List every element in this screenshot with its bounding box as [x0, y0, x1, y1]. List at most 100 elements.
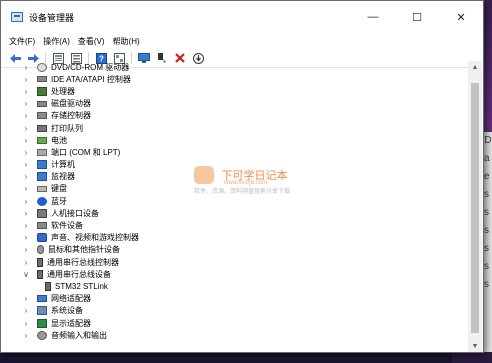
printer-icon	[37, 124, 47, 132]
tree-category-row[interactable]: ∨ 通用串行总线设备	[1, 268, 469, 280]
tree-category-row[interactable]: › 软件设备	[1, 219, 469, 231]
scroll-thumb[interactable]	[471, 83, 479, 333]
usb-device-icon	[37, 269, 43, 279]
background-window-text: s	[484, 261, 489, 272]
battery-icon	[37, 136, 47, 144]
tree-category-row[interactable]: › 鼠标和其他指针设备	[1, 244, 469, 256]
tree-category-label: 计算机	[51, 160, 75, 170]
tree-category-label: 人机接口设备	[51, 208, 99, 218]
chevron-right-icon[interactable]: ›	[21, 99, 31, 108]
chevron-right-icon[interactable]: ›	[21, 331, 31, 340]
device-tree: › DVD/CD-ROM 驱动器 › IDE ATA/ATAPI 控制器 › 处理器 › 磁盘…	[1, 61, 469, 353]
maximize-icon: ☐	[412, 11, 422, 24]
tree-category-row[interactable]: › 端口 (COM 和 LPT)	[1, 146, 469, 158]
tree-category-row[interactable]: › 计算机	[1, 159, 469, 171]
chevron-right-icon[interactable]: ›	[21, 160, 31, 169]
tree-category-label: 监视器	[51, 172, 75, 182]
usb-device-icon	[45, 281, 51, 291]
maximize-button[interactable]: ☐	[395, 1, 439, 33]
chevron-right-icon[interactable]: ›	[21, 294, 31, 303]
background-window-text: s	[484, 189, 489, 200]
background-window-text: s	[484, 279, 489, 290]
menu-help[interactable]: 帮助(H)	[109, 36, 144, 47]
tree-category-label: 磁盘驱动器	[51, 99, 91, 109]
tree-category-label: IDE ATA/ATAPI 控制器	[51, 74, 131, 84]
display-adapter-icon	[37, 318, 47, 328]
chevron-right-icon[interactable]: ›	[21, 233, 31, 242]
menu-action[interactable]: 操作(A)	[39, 36, 74, 47]
tree-category-label: 蓝牙	[51, 196, 67, 206]
chevron-right-icon[interactable]: ›	[21, 245, 31, 254]
tree-category-label: 存储控制器	[51, 111, 91, 121]
tree-category-row[interactable]: › 蓝牙	[1, 195, 469, 207]
port-icon	[37, 148, 47, 156]
tree-category-label: 音频输入和输出	[51, 330, 107, 340]
tree-category-row[interactable]: › 电池	[1, 134, 469, 146]
window-title: 设备管理器	[29, 12, 75, 23]
tree-category-row[interactable]: › 键盘	[1, 183, 469, 195]
chevron-right-icon[interactable]: ›	[21, 319, 31, 328]
storage-controller-icon	[37, 112, 47, 120]
tree-device-row[interactable]: STM32 STLink	[1, 280, 469, 292]
tree-category-row[interactable]: › IDE ATA/ATAPI 控制器	[1, 73, 469, 85]
ide-controller-icon	[37, 76, 47, 83]
tree-category-label: 电池	[51, 135, 67, 145]
tree-category-row[interactable]: › DVD/CD-ROM 驱动器	[1, 61, 469, 73]
minimize-icon: —	[367, 11, 379, 23]
scroll-down-icon: ▼	[471, 342, 479, 350]
chevron-down-icon[interactable]: ∨	[21, 270, 31, 279]
hid-icon	[37, 208, 47, 218]
tree-category-row[interactable]: › 显示适配器	[1, 317, 469, 329]
chevron-right-icon[interactable]: ›	[21, 111, 31, 120]
tree-category-label: 显示适配器	[51, 318, 91, 328]
tree-category-label: 通用串行总线控制器	[47, 257, 119, 267]
chevron-right-icon[interactable]: ›	[21, 197, 31, 206]
disc-icon	[37, 62, 47, 72]
tree-category-label: 处理器	[51, 86, 75, 96]
tree-category-row[interactable]: › 人机接口设备	[1, 207, 469, 219]
chevron-right-icon[interactable]: ›	[21, 209, 31, 218]
chevron-right-icon[interactable]: ›	[21, 148, 31, 157]
close-icon: ✕	[456, 11, 466, 24]
system-device-icon	[37, 306, 47, 316]
background-window-text: s	[484, 225, 489, 236]
tree-category-row[interactable]: › 磁盘驱动器	[1, 98, 469, 110]
chevron-right-icon[interactable]: ›	[21, 184, 31, 193]
chevron-right-icon[interactable]: ›	[21, 63, 31, 72]
scroll-up-button[interactable]: ▲	[468, 61, 482, 73]
vertical-scrollbar[interactable]: ▲ ▼	[468, 61, 482, 352]
chevron-right-icon[interactable]: ›	[21, 172, 31, 181]
bluetooth-icon	[37, 196, 47, 206]
tree-category-label: 打印队列	[51, 123, 83, 133]
monitor-icon	[37, 172, 47, 182]
tree-category-row[interactable]: › 系统设备	[1, 305, 469, 317]
menu-file[interactable]: 文件(F)	[5, 36, 39, 47]
chevron-right-icon[interactable]: ›	[21, 75, 31, 84]
chevron-right-icon[interactable]: ›	[21, 136, 31, 145]
processor-icon	[37, 86, 47, 96]
tree-category-label: 网络适配器	[51, 294, 91, 304]
menu-view[interactable]: 查看(V)	[74, 36, 109, 47]
device-manager-window: 设备管理器 — ☐ ✕ 文件(F) 操作(A) 查看(V) 帮助(H) ? › …	[0, 0, 484, 353]
chevron-right-icon[interactable]: ›	[21, 258, 31, 267]
tree-category-row[interactable]: › 声音、视频和游戏控制器	[1, 232, 469, 244]
close-button[interactable]: ✕	[439, 1, 483, 33]
network-adapter-icon	[37, 295, 47, 303]
scroll-down-button[interactable]: ▼	[468, 340, 482, 352]
tree-category-row[interactable]: › 存储控制器	[1, 110, 469, 122]
software-device-icon	[37, 222, 47, 230]
computer-icon	[37, 160, 47, 170]
tree-category-row[interactable]: › 监视器	[1, 171, 469, 183]
tree-category-label: 端口 (COM 和 LPT)	[51, 147, 121, 157]
chevron-right-icon[interactable]: ›	[21, 306, 31, 315]
tree-category-row[interactable]: › 通用串行总线控制器	[1, 256, 469, 268]
minimize-button[interactable]: —	[351, 1, 395, 33]
tree-category-label: 通用串行总线设备	[47, 269, 111, 279]
chevron-right-icon[interactable]: ›	[21, 87, 31, 96]
tree-category-row[interactable]: › 打印队列	[1, 122, 469, 134]
tree-category-row[interactable]: › 网络适配器	[1, 293, 469, 305]
tree-category-row[interactable]: › 处理器	[1, 85, 469, 97]
chevron-right-icon[interactable]: ›	[21, 221, 31, 230]
chevron-right-icon[interactable]: ›	[21, 124, 31, 133]
tree-category-row[interactable]: › 音频输入和输出	[1, 329, 469, 341]
